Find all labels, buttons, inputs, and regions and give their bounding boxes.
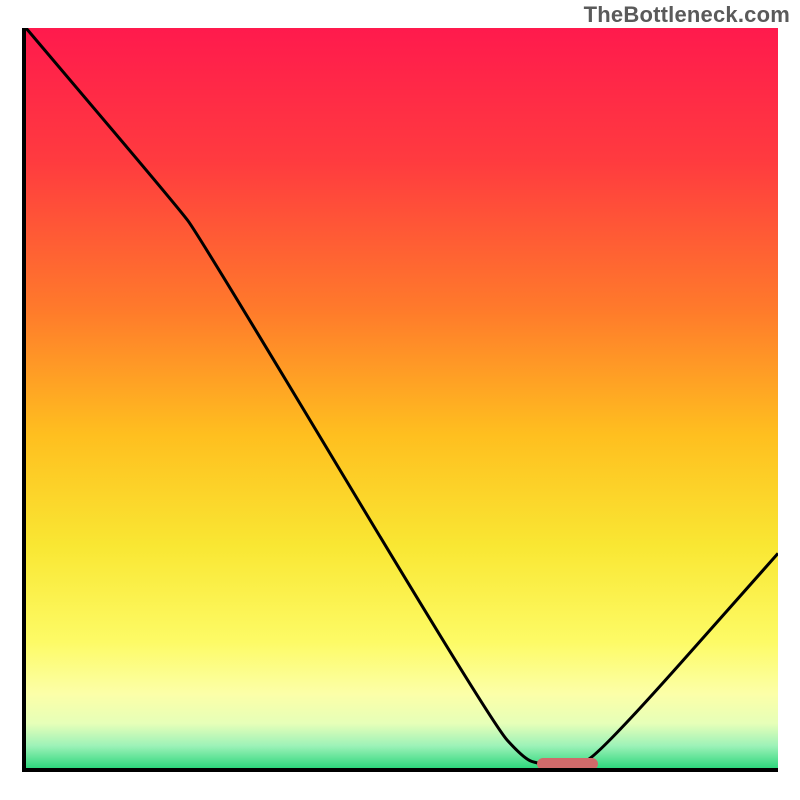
curve-path	[26, 28, 778, 764]
chart-container: TheBottleneck.com	[0, 0, 800, 800]
bottleneck-curve	[26, 28, 778, 768]
optimal-range-marker	[537, 758, 597, 770]
attribution-label: TheBottleneck.com	[584, 2, 790, 28]
plot-area	[22, 28, 778, 772]
